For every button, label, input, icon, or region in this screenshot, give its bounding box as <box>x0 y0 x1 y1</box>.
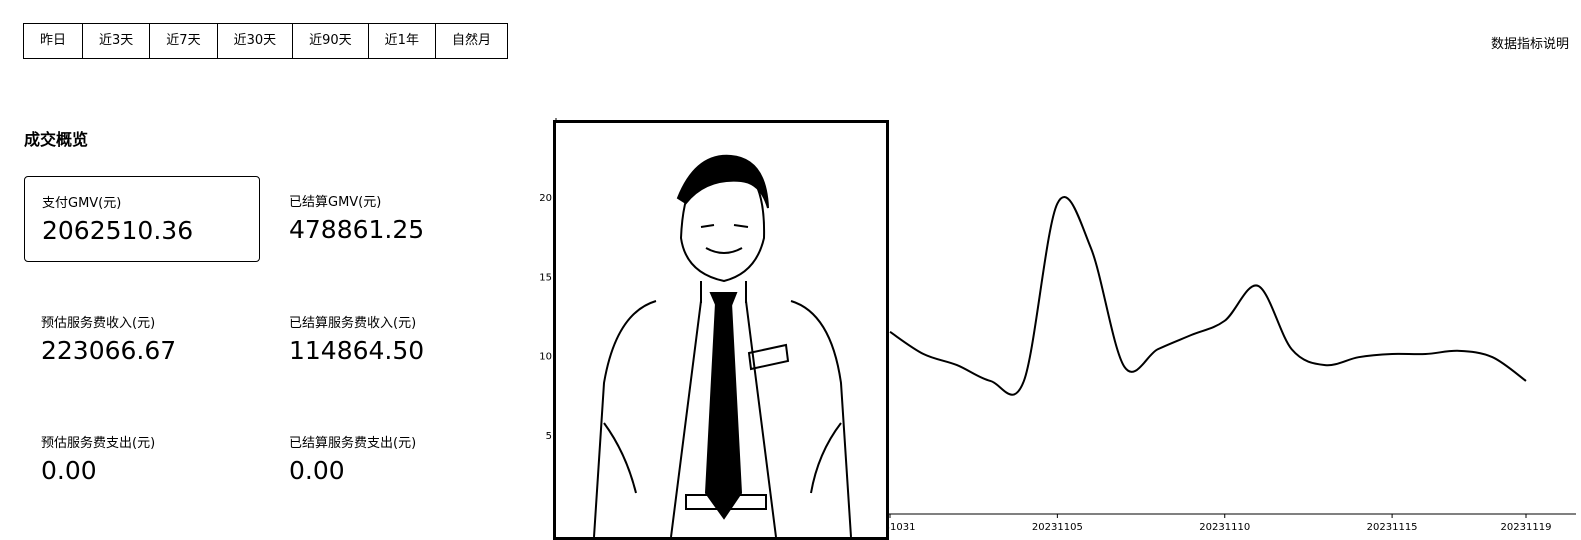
metric-card[interactable]: 支付GMV(元) 2062510.36 <box>24 176 260 262</box>
date-range-button[interactable]: 近3天 <box>83 23 151 59</box>
series-line <box>889 196 1527 396</box>
y-tick-label: 5 <box>546 431 552 442</box>
date-range-button[interactable]: 自然月 <box>435 23 508 59</box>
metric-card[interactable]: 已结算GMV(元) 478861.25 <box>272 176 508 262</box>
metric-value: 0.00 <box>41 456 97 485</box>
metric-card[interactable]: 预估服务费支出(元) 0.00 <box>24 417 260 503</box>
y-tick-label: 20 <box>539 193 552 204</box>
x-tick-label: 20231110 <box>1199 522 1250 533</box>
date-range-button[interactable]: 昨日 <box>23 23 84 59</box>
metric-label: 已结算GMV(元) <box>289 195 382 210</box>
date-range-button[interactable]: 近7天 <box>150 23 218 59</box>
y-tick-label: 15 <box>539 272 552 283</box>
x-tick-label: 20231119 <box>1501 522 1552 533</box>
date-range-toolbar: 昨日 近3天 近7天 近30天 近90天 近1年 自然月 <box>23 23 508 59</box>
x-tick-label: 20231105 <box>1032 522 1083 533</box>
metric-card[interactable]: 已结算服务费收入(元) 114864.50 <box>272 297 508 383</box>
date-range-button[interactable]: 近90天 <box>293 23 369 59</box>
metric-label: 预估服务费支出(元) <box>41 436 156 451</box>
metric-card[interactable]: 预估服务费收入(元) 223066.67 <box>24 297 260 383</box>
metric-label: 预估服务费收入(元) <box>41 316 156 331</box>
date-range-button[interactable]: 近30天 <box>217 23 294 59</box>
metric-value: 2062510.36 <box>42 216 194 245</box>
metric-value: 478861.25 <box>289 215 425 244</box>
x-tick-label: 20231115 <box>1367 522 1418 533</box>
metric-value: 223066.67 <box>41 336 177 365</box>
metric-card[interactable]: 已结算服务费支出(元) 0.00 <box>272 417 508 503</box>
metrics-help-link[interactable]: 数据指标说明 <box>1491 33 1569 52</box>
y-tick-label: 10 <box>539 352 552 363</box>
metric-value: 114864.50 <box>289 336 425 365</box>
metric-value: 0.00 <box>289 456 345 485</box>
person-photo-overlay <box>553 120 889 540</box>
metric-label: 支付GMV(元) <box>42 196 122 211</box>
date-range-button[interactable]: 近1年 <box>368 23 436 59</box>
section-title: 成交概览 <box>24 130 89 149</box>
metric-label: 已结算服务费支出(元) <box>289 436 417 451</box>
metric-label: 已结算服务费收入(元) <box>289 316 417 331</box>
